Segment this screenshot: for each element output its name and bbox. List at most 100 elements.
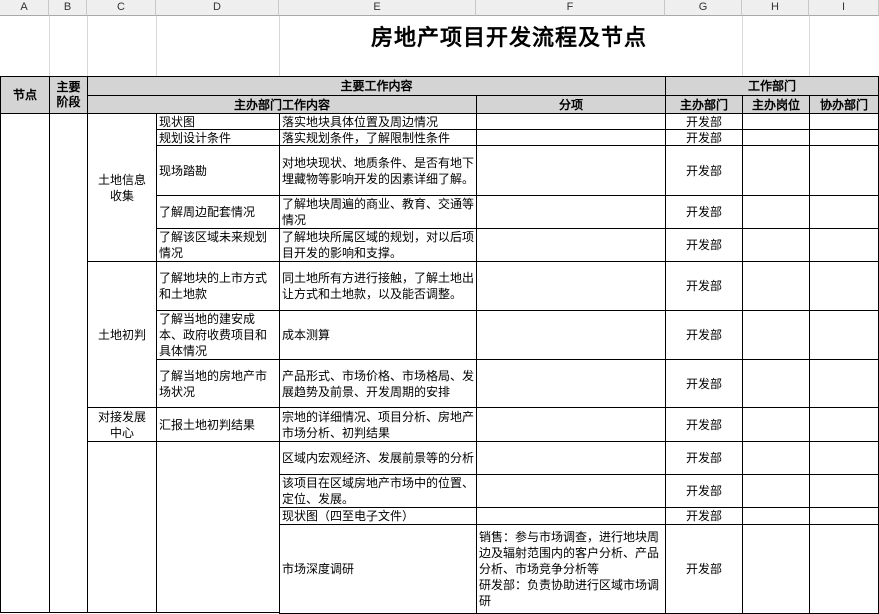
header-host-work[interactable]: 主办部门工作内容 bbox=[87, 95, 477, 114]
assist-dept-cell[interactable] bbox=[809, 261, 879, 311]
host-dept-cell[interactable]: 开发部 bbox=[665, 407, 743, 442]
desc-cell[interactable]: 市场深度调研 bbox=[279, 524, 477, 614]
column-header-a[interactable]: A bbox=[0, 0, 49, 16]
header-sub-item[interactable]: 分项 bbox=[476, 95, 666, 114]
header-assist-dept[interactable]: 协办部门 bbox=[809, 95, 879, 114]
host-dept-cell[interactable]: 开发部 bbox=[665, 310, 743, 360]
host-dept-cell[interactable]: 开发部 bbox=[665, 228, 743, 262]
host-post-cell[interactable] bbox=[742, 129, 810, 146]
assist-dept-cell[interactable] bbox=[809, 195, 879, 229]
assist-dept-cell[interactable] bbox=[809, 310, 879, 360]
sub-cell[interactable] bbox=[476, 261, 666, 311]
sub-cell[interactable] bbox=[476, 228, 666, 262]
sub-cell[interactable] bbox=[476, 441, 666, 475]
sub-cell[interactable]: 销售：参与市场调查，进行地块周边及辐射范围内的客户分析、产品分析、市场竞争分析等… bbox=[476, 524, 666, 614]
assist-dept-cell[interactable] bbox=[809, 113, 879, 130]
item-cell[interactable]: 了解当地的建安成本、政府收费项目和具体情况 bbox=[156, 310, 280, 360]
column-header-b[interactable]: B bbox=[49, 0, 87, 16]
group-empty[interactable] bbox=[87, 441, 157, 613]
group-dev-center[interactable]: 对接发展中心 bbox=[87, 407, 157, 442]
item-cell[interactable]: 了解该区域未来规划情况 bbox=[156, 228, 280, 262]
item-cell[interactable] bbox=[156, 441, 280, 613]
host-dept-cell[interactable]: 开发部 bbox=[665, 261, 743, 311]
host-post-cell[interactable] bbox=[742, 261, 810, 311]
node-cell[interactable] bbox=[0, 113, 50, 613]
host-dept-cell[interactable]: 开发部 bbox=[665, 113, 743, 130]
desc-cell[interactable]: 了解地块所属区域的规划，对以后项目开发的影响和支撑。 bbox=[279, 228, 477, 262]
host-post-cell[interactable] bbox=[742, 474, 810, 508]
host-dept-cell[interactable]: 开发部 bbox=[665, 359, 743, 408]
assist-dept-cell[interactable] bbox=[809, 359, 879, 408]
host-post-cell[interactable] bbox=[742, 359, 810, 408]
assist-dept-cell[interactable] bbox=[809, 407, 879, 442]
host-dept-cell[interactable]: 开发部 bbox=[665, 507, 743, 525]
item-cell[interactable]: 汇报土地初判结果 bbox=[156, 407, 280, 442]
host-dept-cell[interactable]: 开发部 bbox=[665, 145, 743, 196]
column-header-d[interactable]: D bbox=[156, 0, 279, 16]
header-main-work[interactable]: 主要工作内容 bbox=[87, 76, 666, 96]
assist-dept-cell[interactable] bbox=[809, 129, 879, 146]
host-post-cell[interactable] bbox=[742, 524, 810, 614]
stage-cell[interactable] bbox=[49, 113, 88, 613]
host-post-cell[interactable] bbox=[742, 113, 810, 130]
sub-cell[interactable] bbox=[476, 310, 666, 360]
column-header-e[interactable]: E bbox=[279, 0, 476, 16]
assist-dept-cell[interactable] bbox=[809, 228, 879, 262]
item-cell[interactable]: 了解周边配套情况 bbox=[156, 195, 280, 229]
header-node[interactable]: 节点 bbox=[0, 76, 50, 114]
column-header-i[interactable]: I bbox=[809, 0, 879, 16]
sheet-title[interactable]: 房地产项目开发流程及节点 bbox=[371, 20, 647, 52]
header-stage[interactable]: 主要阶段 bbox=[49, 76, 88, 114]
host-post-cell[interactable] bbox=[742, 195, 810, 229]
desc-cell[interactable]: 区域内宏观经济、发展前景等的分析 bbox=[279, 441, 477, 475]
desc-cell[interactable]: 了解地块周遍的商业、教育、交通等情况 bbox=[279, 195, 477, 229]
header-host-dept[interactable]: 主办部门 bbox=[665, 95, 743, 114]
sub-cell[interactable] bbox=[476, 359, 666, 408]
group-land-judge[interactable]: 土地初判 bbox=[87, 261, 157, 408]
sub-cell[interactable] bbox=[476, 145, 666, 196]
host-dept-cell[interactable]: 开发部 bbox=[665, 441, 743, 475]
desc-cell[interactable]: 同土地所有方进行接触，了解土地出让方式和土地款，以及能否调整。 bbox=[279, 261, 477, 311]
desc-cell[interactable]: 落实地块具体位置及周边情况 bbox=[279, 113, 477, 130]
host-post-cell[interactable] bbox=[742, 407, 810, 442]
column-header-h[interactable]: H bbox=[742, 0, 809, 16]
item-cell[interactable]: 了解当地的房地产市场状况 bbox=[156, 359, 280, 408]
item-cell[interactable]: 现场踏勘 bbox=[156, 145, 280, 196]
column-header-f[interactable]: F bbox=[476, 0, 665, 16]
host-post-cell[interactable] bbox=[742, 441, 810, 475]
host-dept-cell[interactable]: 开发部 bbox=[665, 129, 743, 146]
host-post-cell[interactable] bbox=[742, 145, 810, 196]
item-cell[interactable]: 规划设计条件 bbox=[156, 129, 280, 146]
host-post-cell[interactable] bbox=[742, 507, 810, 525]
assist-dept-cell[interactable] bbox=[809, 145, 879, 196]
column-header-c[interactable]: C bbox=[87, 0, 156, 16]
desc-cell[interactable]: 成本测算 bbox=[279, 310, 477, 360]
host-post-cell[interactable] bbox=[742, 310, 810, 360]
item-cell[interactable]: 了解地块的上市方式和土地款 bbox=[156, 261, 280, 311]
assist-dept-cell[interactable] bbox=[809, 524, 879, 614]
assist-dept-cell[interactable] bbox=[809, 474, 879, 508]
host-post-cell[interactable] bbox=[742, 228, 810, 262]
desc-cell[interactable]: 产品形式、市场价格、市场格局、发展趋势及前景、开发周期的安排 bbox=[279, 359, 477, 408]
sub-cell[interactable] bbox=[476, 195, 666, 229]
assist-dept-cell[interactable] bbox=[809, 507, 879, 525]
host-dept-cell[interactable]: 开发部 bbox=[665, 195, 743, 229]
host-dept-cell[interactable]: 开发部 bbox=[665, 524, 743, 614]
sub-cell[interactable] bbox=[476, 474, 666, 508]
desc-cell[interactable]: 对地块现状、地质条件、是否有地下埋藏物等影响开发的因素详细了解。 bbox=[279, 145, 477, 196]
sub-cell[interactable] bbox=[476, 407, 666, 442]
group-land-info[interactable]: 土地信息收集 bbox=[87, 113, 157, 262]
header-host-post[interactable]: 主办岗位 bbox=[742, 95, 810, 114]
header-dept[interactable]: 工作部门 bbox=[665, 76, 879, 96]
sub-cell[interactable] bbox=[476, 507, 666, 525]
assist-dept-cell[interactable] bbox=[809, 441, 879, 475]
desc-cell[interactable]: 现状图（四至电子文件） bbox=[279, 507, 477, 525]
item-cell[interactable]: 现状图 bbox=[156, 113, 280, 130]
desc-cell[interactable]: 该项目在区域房地产市场中的位置、定位、发展。 bbox=[279, 474, 477, 508]
host-dept-cell[interactable]: 开发部 bbox=[665, 474, 743, 508]
desc-cell[interactable]: 落实规划条件，了解限制性条件 bbox=[279, 129, 477, 146]
sub-cell[interactable] bbox=[476, 113, 666, 130]
sub-cell[interactable] bbox=[476, 129, 666, 146]
desc-cell[interactable]: 宗地的详细情况、项目分析、房地产市场分析、初判结果 bbox=[279, 407, 477, 442]
column-header-g[interactable]: G bbox=[665, 0, 742, 16]
